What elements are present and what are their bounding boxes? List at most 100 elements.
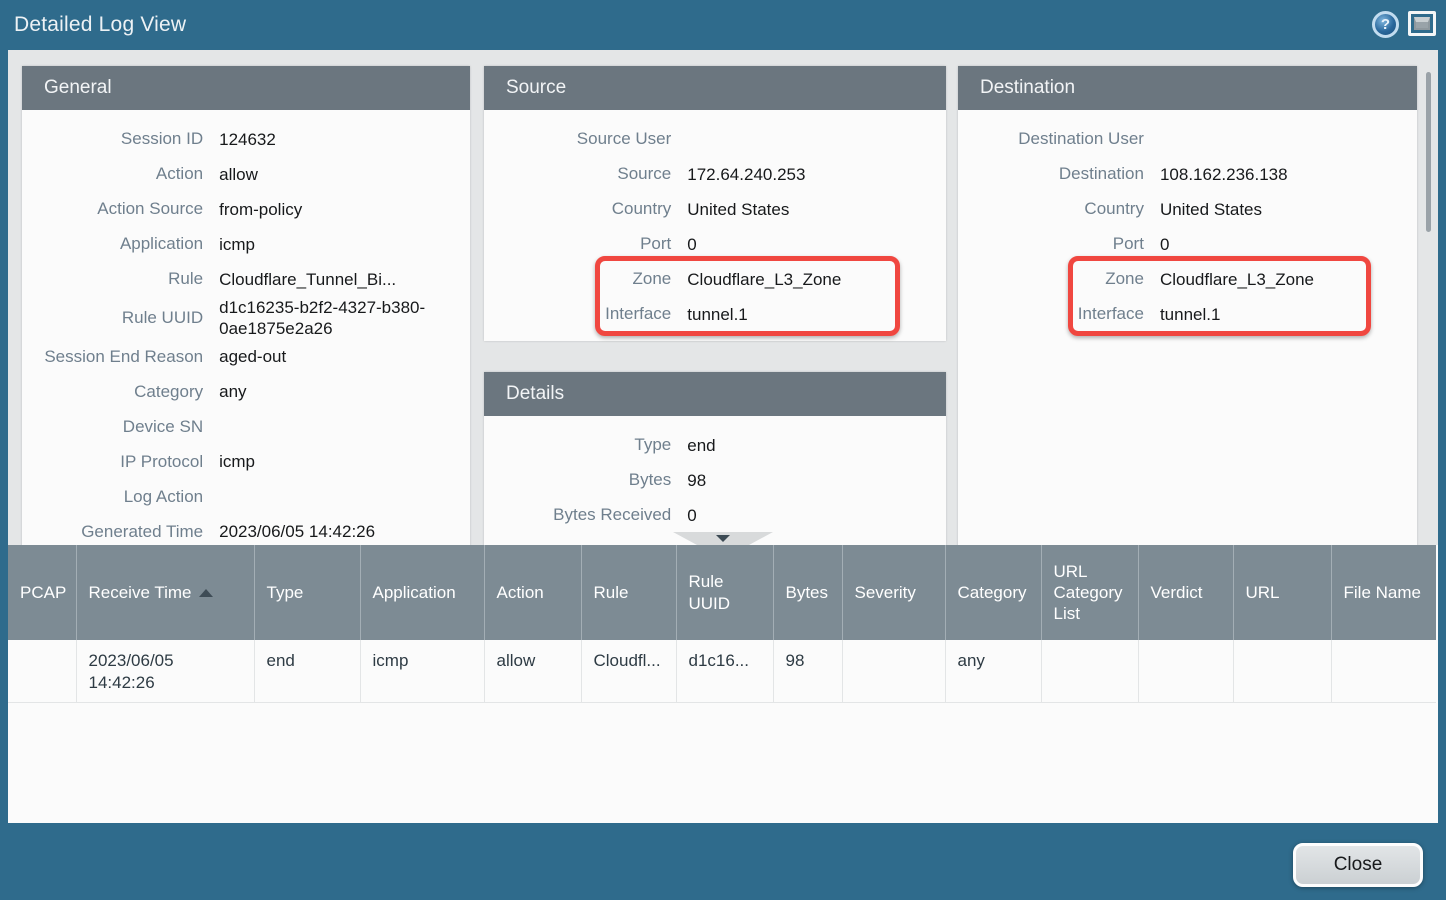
field-value: icmp <box>219 234 470 255</box>
field-label: Country <box>484 199 687 219</box>
field-label: Action <box>22 164 219 184</box>
column-header-label: Action <box>497 583 544 602</box>
cell-action: allow <box>484 640 581 702</box>
field-value: from-policy <box>219 199 470 220</box>
field-row-destination-zone: Zone Cloudflare_L3_Zone <box>958 262 1417 297</box>
field-label: Rule UUID <box>22 308 219 328</box>
log-table-row[interactable]: 2023/06/05 14:42:26 end icmp allow Cloud… <box>8 640 1436 702</box>
column-header-label: File Name <box>1344 583 1421 602</box>
field-row-log-action: Log Action <box>22 480 470 515</box>
column-header-label: Rule UUID <box>689 572 731 612</box>
field-row-destination-interface: Interface tunnel.1 <box>958 297 1417 332</box>
column-header-severity[interactable]: Severity <box>842 545 945 640</box>
cell-verdict <box>1138 640 1233 702</box>
cell-url-category-list <box>1041 640 1138 702</box>
field-value: end <box>687 435 946 456</box>
dialog-titlebar: Detailed Log View ? <box>0 0 1446 50</box>
sort-ascending-icon <box>199 589 213 597</box>
field-row-session-end-reason: Session End Reason aged-out <box>22 340 470 375</box>
column-header-application[interactable]: Application <box>360 545 484 640</box>
column-header-category[interactable]: Category <box>945 545 1041 640</box>
field-label: Device SN <box>22 417 219 437</box>
field-label: Destination User <box>958 129 1160 149</box>
field-label: Type <box>484 435 687 455</box>
field-label: Port <box>484 234 687 254</box>
column-header-label: Receive Time <box>89 583 192 602</box>
field-label: Session End Reason <box>22 347 219 367</box>
field-row-rule-uuid: Rule UUID d1c16235-b2f2-4327-b380-0ae187… <box>22 297 470 340</box>
field-label: Action Source <box>22 199 219 219</box>
maximize-window-icon[interactable] <box>1408 11 1436 36</box>
source-panel-title: Source <box>484 66 946 110</box>
source-panel: Source Source User Source 172.64.240.253… <box>484 66 946 341</box>
field-value: 124632 <box>219 129 470 150</box>
cell-category: any <box>945 640 1041 702</box>
cell-file-name <box>1331 640 1436 702</box>
column-header-verdict[interactable]: Verdict <box>1138 545 1233 640</box>
field-label: Zone <box>484 269 687 289</box>
column-header-pcap[interactable]: PCAP <box>8 545 76 640</box>
field-row-destination-address: Destination 108.162.236.138 <box>958 157 1417 192</box>
field-row-device-sn: Device SN <box>22 410 470 445</box>
field-row-source-zone: Zone Cloudflare_L3_Zone <box>484 262 946 297</box>
field-row-rule: Rule Cloudflare_Tunnel_Bi... <box>22 262 470 297</box>
field-value: 0 <box>1160 234 1417 255</box>
cell-rule: Cloudfl... <box>581 640 676 702</box>
field-value: d1c16235-b2f2-4327-b380-0ae1875e2a26 <box>219 297 470 340</box>
field-value: tunnel.1 <box>687 304 946 325</box>
field-value: Cloudflare_L3_Zone <box>687 269 946 290</box>
column-header-file-name[interactable]: File Name <box>1331 545 1436 640</box>
column-header-label: PCAP <box>20 583 66 602</box>
field-value: tunnel.1 <box>1160 304 1417 325</box>
field-value: any <box>219 381 470 402</box>
column-header-rule[interactable]: Rule <box>581 545 676 640</box>
field-value: aged-out <box>219 346 470 367</box>
cell-type: end <box>254 640 360 702</box>
column-header-label: URL Category List <box>1054 562 1123 624</box>
field-row-destination-port: Port 0 <box>958 227 1417 262</box>
field-label: Category <box>22 382 219 402</box>
field-row-action: Action allow <box>22 157 470 192</box>
field-label: Generated Time <box>22 522 219 542</box>
field-row-generated-time: Generated Time 2023/06/05 14:42:26 <box>22 515 470 546</box>
chevron-down-icon <box>716 535 730 542</box>
destination-panel-title: Destination <box>958 66 1417 110</box>
field-label: IP Protocol <box>22 452 219 472</box>
field-value: Cloudflare_L3_Zone <box>1160 269 1417 290</box>
log-detail-content: General Session ID 124632 Action allow A… <box>8 50 1438 545</box>
field-row-destination-user: Destination User <box>958 122 1417 157</box>
column-header-label: Verdict <box>1151 583 1203 602</box>
column-header-label: Bytes <box>786 583 829 602</box>
field-label: Bytes Received <box>484 505 687 525</box>
details-panel-title: Details <box>484 372 946 416</box>
field-label: Interface <box>484 304 687 324</box>
field-label: Port <box>958 234 1160 254</box>
field-value: 98 <box>687 470 946 491</box>
column-header-receive-time[interactable]: Receive Time <box>76 545 254 640</box>
field-row-application: Application icmp <box>22 227 470 262</box>
field-row-source-port: Port 0 <box>484 227 946 262</box>
field-row-source-user: Source User <box>484 122 946 157</box>
column-header-label: Application <box>373 583 456 602</box>
help-icon[interactable]: ? <box>1372 11 1399 38</box>
cell-application: icmp <box>360 640 484 702</box>
vertical-scrollbar-thumb[interactable] <box>1426 72 1431 232</box>
field-label: Source <box>484 164 687 184</box>
field-label: Source User <box>484 129 687 149</box>
field-row-bytes-received: Bytes Received 0 <box>484 498 946 533</box>
window-icon-glyph <box>1414 17 1430 30</box>
field-row-destination-country: Country United States <box>958 192 1417 227</box>
column-header-rule-uuid[interactable]: Rule UUID <box>676 545 773 640</box>
field-value: 0 <box>687 234 946 255</box>
column-header-url[interactable]: URL <box>1233 545 1331 640</box>
column-header-label: Type <box>267 583 304 602</box>
column-header-bytes[interactable]: Bytes <box>773 545 842 640</box>
column-header-type[interactable]: Type <box>254 545 360 640</box>
column-header-url-category-list[interactable]: URL Category List <box>1041 545 1138 640</box>
cell-severity <box>842 640 945 702</box>
field-row-ip-protocol: IP Protocol icmp <box>22 445 470 480</box>
column-header-action[interactable]: Action <box>484 545 581 640</box>
close-button[interactable]: Close <box>1293 843 1423 887</box>
column-header-label: URL <box>1246 583 1280 602</box>
field-label: Application <box>22 234 219 254</box>
